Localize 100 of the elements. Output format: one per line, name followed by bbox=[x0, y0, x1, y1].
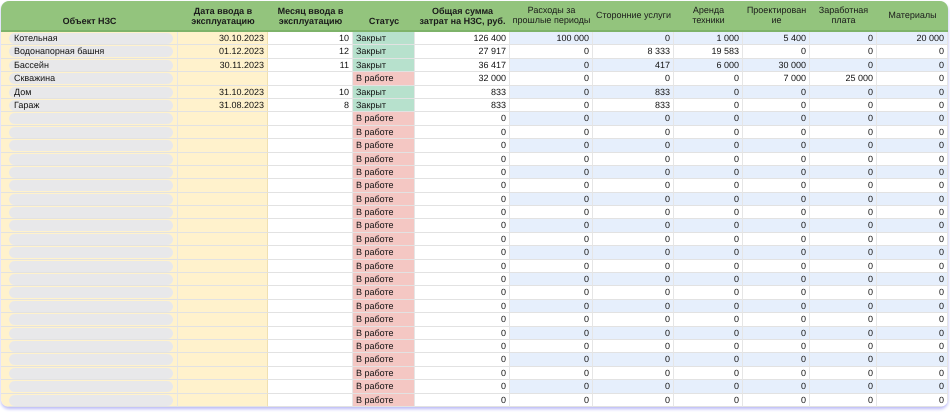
date-cell: 01.12.2023 bbox=[178, 45, 268, 59]
column-header: Расходы за прошлые периоды bbox=[510, 1, 593, 32]
status-cell: В работе bbox=[353, 232, 415, 246]
cost-cell: 0 bbox=[593, 273, 674, 286]
column-header: Дата ввода в эксплуатацию bbox=[178, 1, 268, 32]
status-cell: В работе bbox=[353, 366, 415, 380]
object-name-field[interactable] bbox=[9, 287, 173, 298]
object-name-field[interactable] bbox=[9, 194, 173, 205]
cost-cell: 0 bbox=[877, 219, 948, 233]
object-name-field[interactable] bbox=[9, 140, 173, 152]
cost-cell: 0 bbox=[743, 273, 810, 286]
cost-cell: 0 bbox=[674, 219, 743, 233]
object-name-field[interactable]: Водонапорная башня bbox=[9, 46, 173, 58]
object-name-field[interactable] bbox=[9, 207, 173, 218]
cost-cell: 0 bbox=[510, 58, 593, 72]
cost-cell: 0 bbox=[743, 300, 810, 314]
cost-cell: 0 bbox=[510, 326, 593, 340]
cost-cell: 0 bbox=[674, 86, 743, 99]
cost-cell: 0 bbox=[743, 112, 810, 126]
total-cell: 0 bbox=[415, 179, 510, 193]
object-name-field[interactable] bbox=[9, 126, 173, 138]
status-cell: Закрыт bbox=[353, 45, 415, 59]
object-name-field[interactable] bbox=[9, 328, 173, 339]
object-name-field[interactable] bbox=[9, 354, 173, 366]
cost-cell: 0 bbox=[593, 219, 674, 233]
object-name-field[interactable] bbox=[9, 220, 173, 232]
date-cell: 31.08.2023 bbox=[178, 98, 268, 112]
total-cell: 833 bbox=[415, 98, 510, 112]
object-name-field[interactable] bbox=[9, 274, 173, 286]
cost-cell: 0 bbox=[810, 58, 877, 72]
status-cell: В работе bbox=[353, 112, 415, 126]
object-name-field[interactable]: Гараж bbox=[9, 100, 173, 111]
cost-cell: 0 bbox=[674, 192, 743, 206]
object-name-field[interactable] bbox=[9, 260, 173, 272]
status-cell: В работе bbox=[353, 273, 415, 286]
cost-cell: 0 bbox=[593, 32, 674, 46]
total-cell: 0 bbox=[415, 206, 510, 220]
status-cell: Закрыт bbox=[353, 86, 415, 99]
cost-cell: 0 bbox=[593, 166, 674, 180]
object-name-field[interactable] bbox=[9, 166, 173, 178]
object-name-field[interactable]: Бассейн bbox=[9, 60, 173, 71]
column-header: Сторонние услуги bbox=[593, 1, 674, 32]
object-name-field[interactable] bbox=[9, 234, 173, 245]
total-cell: 0 bbox=[415, 152, 510, 166]
cost-cell: 0 bbox=[743, 353, 810, 367]
cost-cell: 0 bbox=[810, 326, 877, 340]
object-name-field[interactable] bbox=[9, 381, 173, 392]
cost-cell: 0 bbox=[593, 394, 674, 407]
column-header: Объект НЗС bbox=[1, 1, 178, 32]
cost-cell: 0 bbox=[593, 353, 674, 367]
status-cell: В работе bbox=[353, 246, 415, 260]
cost-cell: 0 bbox=[593, 326, 674, 340]
cost-cell: 0 bbox=[593, 192, 674, 206]
cost-cell: 417 bbox=[593, 58, 674, 72]
cost-cell: 0 bbox=[743, 246, 810, 260]
cost-cell: 0 bbox=[877, 394, 948, 407]
object-name-field[interactable] bbox=[9, 394, 173, 406]
cost-cell: 0 bbox=[877, 273, 948, 286]
cost-cell: 0 bbox=[877, 139, 948, 153]
object-name-field[interactable]: Дом bbox=[9, 86, 173, 98]
cost-cell: 1 000 bbox=[674, 32, 743, 46]
cost-cell: 0 bbox=[510, 273, 593, 286]
total-cell: 0 bbox=[415, 340, 510, 354]
cost-cell: 0 bbox=[810, 112, 877, 126]
cost-cell: 0 bbox=[510, 246, 593, 260]
cost-cell: 0 bbox=[743, 166, 810, 180]
cost-cell: 0 bbox=[810, 273, 877, 286]
column-header: Месяц ввода в эксплуатацию bbox=[268, 1, 353, 32]
cost-cell: 0 bbox=[510, 219, 593, 233]
status-cell: В работе bbox=[353, 380, 415, 394]
object-name-field[interactable]: Скважина bbox=[9, 73, 173, 84]
object-name-field[interactable] bbox=[9, 154, 173, 165]
object-name-field[interactable] bbox=[9, 300, 173, 312]
date-cell: 31.10.2023 bbox=[178, 86, 268, 99]
status-cell: В работе bbox=[353, 394, 415, 407]
cost-cell: 0 bbox=[743, 326, 810, 340]
object-name-field[interactable] bbox=[9, 180, 173, 192]
total-cell: 27 917 bbox=[415, 45, 510, 59]
cost-cell: 0 bbox=[674, 353, 743, 367]
object-name-field[interactable] bbox=[9, 113, 173, 124]
object-name-field[interactable] bbox=[9, 368, 173, 379]
date-cell: 30.10.2023 bbox=[178, 32, 268, 46]
status-cell: В работе bbox=[353, 260, 415, 274]
column-header: Проектирован ие bbox=[743, 1, 810, 32]
object-name-field[interactable] bbox=[9, 340, 173, 352]
cost-cell: 0 bbox=[510, 139, 593, 153]
object-name-field[interactable]: Котельная bbox=[9, 33, 173, 44]
status-cell: Закрыт bbox=[353, 98, 415, 112]
cost-cell: 0 bbox=[810, 166, 877, 180]
cost-cell: 0 bbox=[510, 353, 593, 367]
status-cell: В работе bbox=[353, 313, 415, 327]
cost-cell: 0 bbox=[510, 86, 593, 99]
status-cell: В работе bbox=[353, 340, 415, 354]
cost-cell: 0 bbox=[743, 192, 810, 206]
object-name-field[interactable] bbox=[9, 247, 173, 258]
object-name-field[interactable] bbox=[9, 314, 173, 326]
cost-cell: 0 bbox=[674, 326, 743, 340]
total-cell: 0 bbox=[415, 126, 510, 140]
column-header: Статус bbox=[353, 1, 415, 32]
cost-cell: 0 bbox=[743, 219, 810, 233]
